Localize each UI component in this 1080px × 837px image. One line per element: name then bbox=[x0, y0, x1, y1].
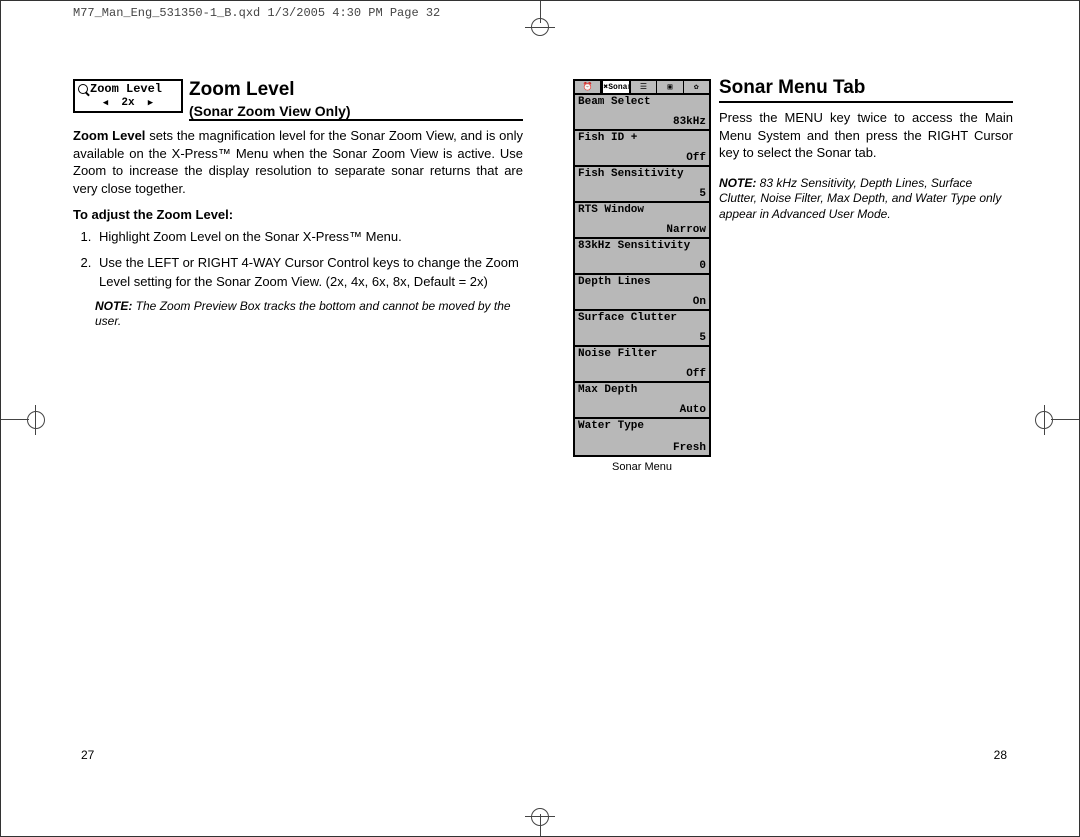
right-page: ⏰ ✖Sonar ☰ ▣ ✿ Beam Select 83kHz Fish ID +… bbox=[573, 79, 1013, 473]
sonar-menu-row: Fish ID + Off bbox=[575, 131, 709, 167]
row-value: 5 bbox=[699, 332, 706, 344]
steps-list: Highlight Zoom Level on the Sonar X-Pres… bbox=[73, 228, 523, 291]
row-value: 5 bbox=[699, 188, 706, 200]
sonar-menu-row: RTS Window Narrow bbox=[575, 203, 709, 239]
triangle-right-icon: ▶ bbox=[148, 98, 153, 108]
tab-icon: ☰ bbox=[631, 81, 657, 93]
row-label: Water Type bbox=[578, 420, 644, 432]
body-paragraph: Zoom Level sets the magnification level … bbox=[73, 127, 523, 197]
row-label: Noise Filter bbox=[578, 348, 657, 360]
row-value: 0 bbox=[699, 260, 706, 272]
sonar-menu-row: Fish Sensitivity 5 bbox=[575, 167, 709, 203]
sonar-menu-row: Max Depth Auto bbox=[575, 383, 709, 419]
figure-caption: Sonar Menu bbox=[573, 461, 711, 473]
crop-mark bbox=[1051, 419, 1079, 420]
zoom-level-badge: Zoom Level ◀ 2x ▶ bbox=[73, 79, 183, 113]
magnify-icon bbox=[78, 84, 88, 94]
page-number-right: 28 bbox=[994, 748, 1007, 762]
row-label: Surface Clutter bbox=[578, 312, 677, 324]
crop-mark bbox=[531, 18, 549, 36]
row-value: On bbox=[693, 296, 706, 308]
row-value: Narrow bbox=[666, 224, 706, 236]
note-text: NOTE: 83 kHz Sensitivity, Depth Lines, S… bbox=[719, 176, 1013, 223]
row-label: Depth Lines bbox=[578, 276, 651, 288]
row-value: Off bbox=[686, 368, 706, 380]
badge-title: Zoom Level bbox=[90, 82, 162, 96]
row-label: Max Depth bbox=[578, 384, 637, 396]
step-item: Use the LEFT or RIGHT 4-WAY Cursor Contr… bbox=[95, 254, 523, 290]
sonar-tab-bar: ⏰ ✖Sonar ☰ ▣ ✿ bbox=[575, 81, 709, 95]
badge-value: 2x bbox=[121, 97, 134, 109]
tab-icon: ✿ bbox=[684, 81, 709, 93]
row-label: Fish Sensitivity bbox=[578, 168, 684, 180]
section-subtitle: (Sonar Zoom View Only) bbox=[189, 103, 523, 121]
crop-mark bbox=[531, 808, 549, 826]
sonar-menu-row: 83kHz Sensitivity 0 bbox=[575, 239, 709, 275]
page-number-left: 27 bbox=[81, 748, 94, 762]
crop-mark bbox=[1, 419, 29, 420]
body-paragraph: Press the MENU key twice to access the M… bbox=[719, 109, 1013, 162]
page-spread: M77_Man_Eng_531350-1_B.qxd 1/3/2005 4:30… bbox=[0, 0, 1080, 837]
crop-mark bbox=[1035, 411, 1053, 429]
row-label: Fish ID + bbox=[578, 132, 637, 144]
sonar-menu-row: Water Type Fresh bbox=[575, 419, 709, 455]
row-value: Auto bbox=[680, 404, 706, 416]
crop-mark bbox=[27, 411, 45, 429]
print-header: M77_Man_Eng_531350-1_B.qxd 1/3/2005 4:30… bbox=[73, 6, 440, 20]
section-title: Sonar Menu Tab bbox=[719, 77, 1013, 103]
sonar-menu-row: Beam Select 83kHz bbox=[575, 95, 709, 131]
triangle-left-icon: ◀ bbox=[103, 98, 108, 108]
tab-icon: ⏰ bbox=[575, 81, 601, 93]
sonar-menu-row: Surface Clutter 5 bbox=[575, 311, 709, 347]
steps-heading: To adjust the Zoom Level: bbox=[73, 207, 523, 222]
tab-sonar: ✖Sonar bbox=[601, 81, 630, 93]
sonar-menu-row: Noise Filter Off bbox=[575, 347, 709, 383]
tab-icon: ▣ bbox=[657, 81, 683, 93]
row-label: RTS Window bbox=[578, 204, 644, 216]
step-item: Highlight Zoom Level on the Sonar X-Pres… bbox=[95, 228, 523, 246]
left-page: Zoom Level ◀ 2x ▶ Zoom Level (Sonar Zoom… bbox=[73, 79, 523, 330]
row-label: 83kHz Sensitivity bbox=[578, 240, 690, 252]
sonar-menu-screenshot: ⏰ ✖Sonar ☰ ▣ ✿ Beam Select 83kHz Fish ID +… bbox=[573, 79, 711, 457]
sonar-menu-row: Depth Lines On bbox=[575, 275, 709, 311]
row-label: Beam Select bbox=[578, 96, 651, 108]
note-text: NOTE: The Zoom Preview Box tracks the bo… bbox=[73, 299, 523, 330]
section-title: Zoom Level bbox=[189, 79, 295, 101]
row-value: Off bbox=[686, 152, 706, 164]
row-value: 83kHz bbox=[673, 116, 706, 128]
row-value: Fresh bbox=[673, 442, 706, 454]
